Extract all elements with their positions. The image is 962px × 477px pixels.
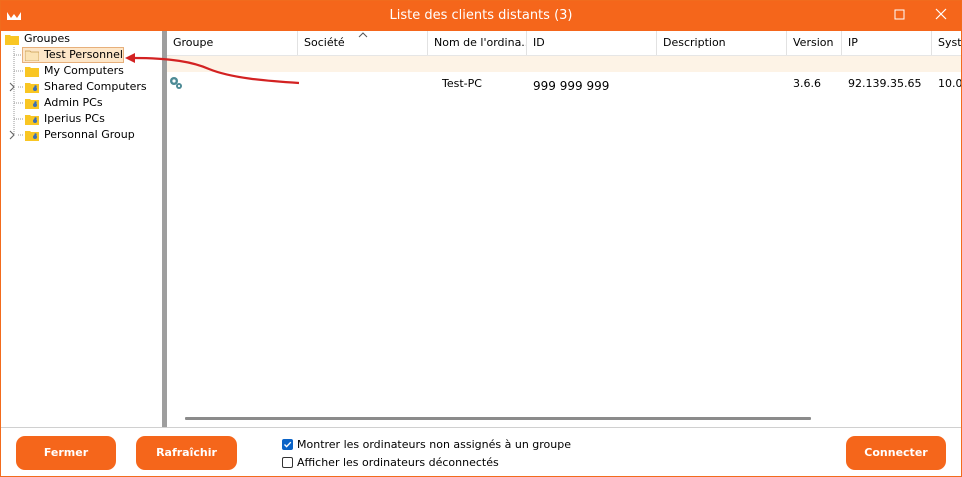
tree-item-label: Admin PCs: [44, 96, 103, 109]
column-header-groupe[interactable]: Groupe: [167, 31, 298, 55]
cell-nom-ordinateur: Test-PC: [442, 77, 482, 90]
cell-description: [657, 72, 787, 96]
tree-root-groupes[interactable]: Groupes: [2, 31, 162, 47]
shared-folder-icon: [25, 115, 39, 125]
cell-version: 3.6.6: [793, 77, 821, 90]
folder-icon: [25, 67, 39, 77]
maximize-icon: [894, 9, 905, 20]
tree-item-personnal-group[interactable]: Personnal Group: [2, 127, 162, 143]
sort-ascending-icon: [358, 32, 368, 38]
grid-header: Groupe Société Nom de l'ordina... ID Des…: [167, 31, 961, 56]
shared-folder-icon: [25, 131, 39, 141]
show-disconnected-checkbox-row[interactable]: Afficher les ordinateurs déconnectés: [282, 455, 582, 471]
cell-id: 999 999 999: [533, 79, 610, 93]
horizontal-scrollbar[interactable]: [185, 417, 811, 420]
cell-societe: [298, 72, 428, 96]
close-window-button[interactable]: [921, 1, 961, 31]
column-header-systeme[interactable]: Syste: [932, 31, 961, 55]
column-header-version[interactable]: Version: [787, 31, 842, 55]
cell-ip: 92.139.35.65: [848, 77, 922, 90]
column-header-label: Société: [304, 36, 345, 49]
tree-item-test-personnel[interactable]: Test Personnel: [2, 47, 162, 63]
show-unassigned-checkbox-row[interactable]: Montrer les ordinateurs non assignés à u…: [282, 437, 582, 453]
column-header-id[interactable]: ID: [527, 31, 657, 55]
tree-item-label: Personnal Group: [44, 128, 135, 141]
show-unassigned-checkbox[interactable]: [282, 439, 293, 450]
group-tree: Groupes Test Personnel My Computers Shar…: [2, 31, 162, 427]
column-header-nom-ordinateur[interactable]: Nom de l'ordina...: [428, 31, 527, 55]
refresh-button[interactable]: Rafraîchir: [136, 436, 237, 470]
cell-systeme: 10.0: [938, 77, 961, 90]
bottom-bar: Fermer Rafraîchir Montrer les ordinateur…: [1, 427, 961, 476]
close-button[interactable]: Fermer: [16, 436, 116, 470]
connect-button[interactable]: Connecter: [846, 436, 946, 470]
maximize-button[interactable]: [880, 1, 920, 31]
chevron-right-icon[interactable]: [8, 82, 16, 92]
tree-item-label: My Computers: [44, 64, 124, 77]
show-unassigned-label: Montrer les ordinateurs non assignés à u…: [297, 438, 572, 451]
folder-icon: [5, 35, 19, 45]
column-header-ip[interactable]: IP: [842, 31, 932, 55]
row-status-cell: [167, 72, 298, 96]
gear-icon: [170, 77, 182, 89]
tree-item-admin-pcs[interactable]: Admin PCs: [2, 95, 162, 111]
folder-open-icon: [25, 50, 39, 61]
tree-item-label: Iperius PCs: [44, 112, 105, 125]
close-icon: [935, 8, 947, 20]
title-bar: Liste des clients distants (3): [1, 1, 961, 31]
tree-item-shared-computers[interactable]: Shared Computers: [2, 79, 162, 95]
show-disconnected-label: Afficher les ordinateurs déconnectés: [297, 456, 499, 469]
tree-item-my-computers[interactable]: My Computers: [2, 63, 162, 79]
checkmark-icon: [284, 441, 292, 448]
show-disconnected-checkbox[interactable]: [282, 457, 293, 468]
column-header-description[interactable]: Description: [657, 31, 787, 55]
tree-item-label: Shared Computers: [44, 80, 147, 93]
tree-item-label: Test Personnel: [44, 48, 123, 61]
tree-item-iperius-pcs[interactable]: Iperius PCs: [2, 111, 162, 127]
shared-folder-icon: [25, 99, 39, 109]
clients-grid: Groupe Société Nom de l'ordina... ID Des…: [167, 31, 961, 427]
remote-clients-window: Liste des clients distants (3) Groupes T…: [0, 0, 962, 477]
window-title: Liste des clients distants (3): [389, 8, 573, 23]
shared-folder-icon: [25, 83, 39, 93]
tree-root-label: Groupes: [24, 32, 70, 45]
chevron-right-icon[interactable]: [8, 130, 16, 140]
filter-row[interactable]: [167, 56, 961, 72]
table-row[interactable]: Test-PC 999 999 999 3.6.6 92.139.35.65 1…: [167, 72, 961, 96]
